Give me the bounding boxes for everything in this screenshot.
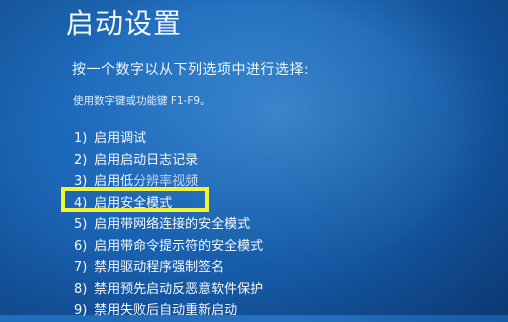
option-number: 6): [74, 238, 88, 254]
option-label: 禁用预先启动反恶意软件保护: [94, 281, 264, 297]
instruction-text: 按一个数字以从下列选项中进行选择:: [72, 62, 310, 78]
option-number: 5): [74, 217, 88, 232]
page-title: 启动设置: [66, 7, 183, 40]
option-number: 7): [74, 260, 88, 275]
option-number: 2): [74, 152, 88, 168]
option-safe-mode-command-prompt[interactable]: 6) 启用带命令提示符的安全模式: [74, 236, 263, 258]
option-label: 启用调试: [94, 131, 147, 146]
hint-text: 使用数字键或功能键 F1-F9。: [73, 95, 211, 107]
option-number: 9): [74, 303, 88, 318]
option-disable-auto-restart[interactable]: 9) 禁用失败后自动重新启动: [74, 300, 263, 322]
option-label: 禁用失败后自动重新启动: [94, 303, 238, 318]
option-number: 1): [74, 131, 88, 146]
option-debugging[interactable]: 1) 启用调试: [74, 128, 263, 150]
option-label: 启用带命令提示符的安全模式: [94, 238, 264, 254]
option-label: 启用带网络连接的安全模式: [94, 217, 251, 232]
option-safe-mode-networking[interactable]: 5) 启用带网络连接的安全模式: [74, 214, 263, 236]
option-disable-driver-signature[interactable]: 7) 禁用驱动程序强制签名: [74, 257, 263, 279]
option-boot-logging[interactable]: 2) 启用启动日志记录: [74, 150, 263, 172]
glare-overlay: [134, 173, 194, 183]
option-label: 启用启动日志记录: [94, 152, 199, 168]
option-label: 禁用驱动程序强制签名: [94, 260, 225, 275]
selection-highlight-box: [61, 187, 209, 212]
option-number: 8): [74, 281, 88, 297]
option-disable-early-antimalware[interactable]: 8) 禁用预先启动反恶意软件保护: [74, 279, 263, 301]
startup-options-list: 1) 启用调试 2) 启用启动日志记录 3) 启用低分辨率视频 4) 启用安全模…: [74, 128, 263, 322]
